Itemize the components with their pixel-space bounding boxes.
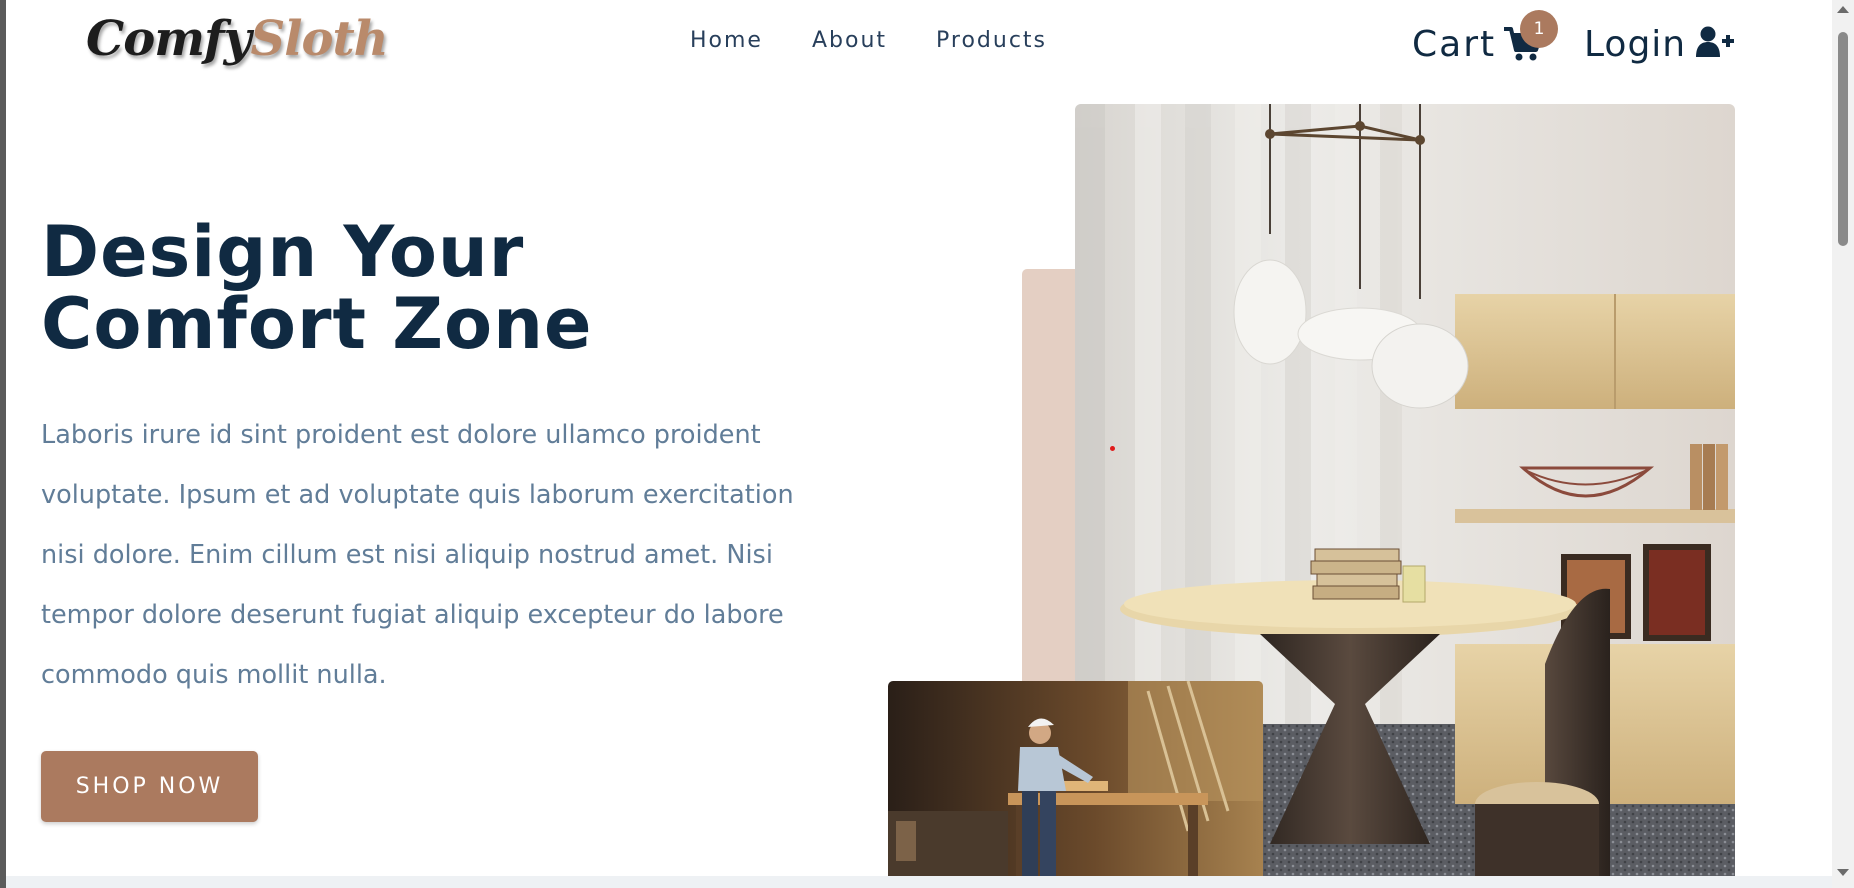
shop-now-button[interactable]: SHOP NOW	[41, 751, 258, 822]
cart-count-badge: 1	[1520, 10, 1558, 48]
nav-link-about[interactable]: About	[812, 28, 887, 53]
cursor-indicator	[1110, 446, 1115, 451]
logo-part-sloth: Sloth	[250, 11, 389, 67]
vertical-scrollbar[interactable]	[1832, 0, 1854, 888]
login-label: Login	[1584, 23, 1687, 65]
main-nav: Home About Products	[690, 28, 1047, 53]
hero-title-line-2: Comfort Zone	[41, 283, 593, 365]
logo-part-comfy: Comfy	[86, 11, 252, 67]
nav-link-products[interactable]: Products	[936, 28, 1047, 53]
hero-secondary-image	[888, 681, 1263, 888]
user-plus-icon	[1696, 26, 1735, 62]
login-button[interactable]: Login	[1584, 18, 1735, 70]
nav-link-home[interactable]: Home	[690, 28, 763, 53]
page-bottom-edge	[6, 876, 1832, 888]
scroll-up-arrow-icon[interactable]	[1837, 6, 1849, 13]
hero-title: Design Your Comfort Zone	[41, 216, 801, 360]
cart-label: Cart	[1412, 23, 1497, 65]
page: Comfy Sloth Home About Products Cart 1 Lo…	[6, 0, 1832, 888]
hero-description: Laboris irure id sint proident est dolor…	[41, 420, 794, 690]
scrollbar-thumb[interactable]	[1838, 32, 1848, 246]
hero-title-line-1: Design Your	[41, 211, 525, 293]
scroll-down-arrow-icon[interactable]	[1837, 869, 1849, 876]
logo[interactable]: Comfy Sloth	[86, 6, 389, 72]
